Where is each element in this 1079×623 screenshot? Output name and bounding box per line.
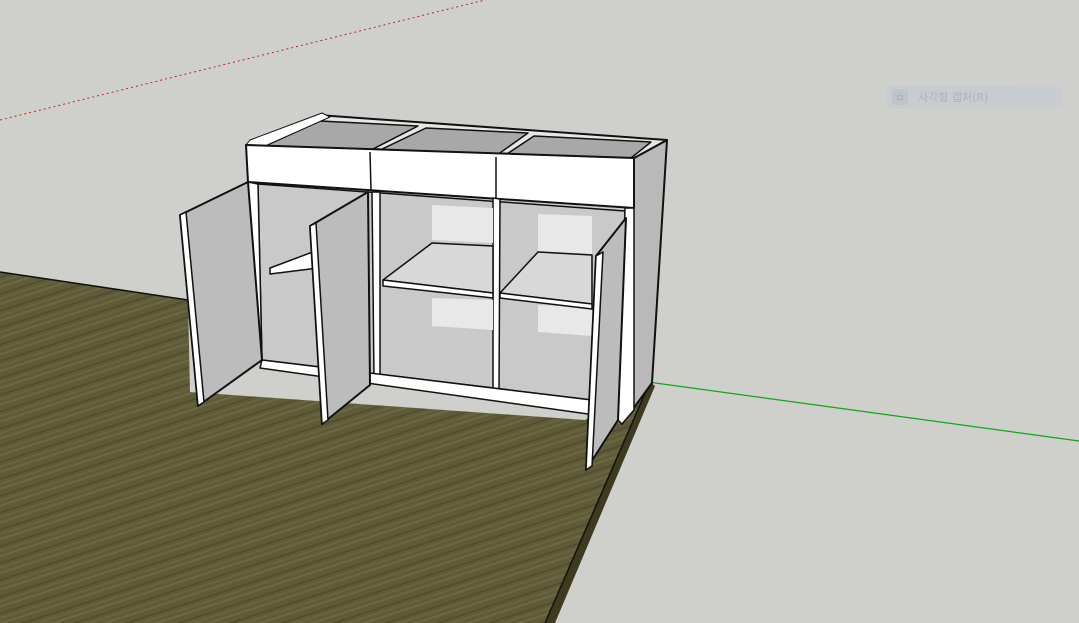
red-axis-line — [0, 0, 486, 121]
tooltip-label: 사각형 캡처(R) — [918, 91, 989, 104]
rectangle-capture-tooltip[interactable]: ▫ 사각형 캡처(R) — [886, 86, 1062, 108]
green-axis-line — [647, 381, 1079, 442]
rectangle-capture-icon: ▫ — [892, 89, 908, 105]
